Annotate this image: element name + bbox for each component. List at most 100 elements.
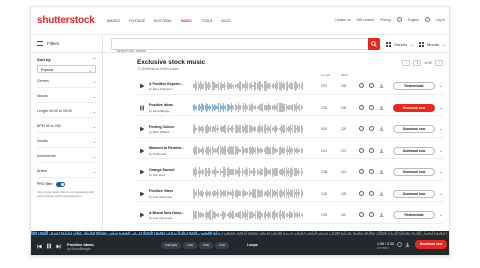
loops-button[interactable]: Loops <box>247 243 258 247</box>
next-page-button[interactable]: › <box>435 60 443 66</box>
filter-moods[interactable]: Moods ⌄ <box>37 94 96 103</box>
play-icon[interactable] <box>139 83 145 89</box>
cut-30-pill[interactable]: 0:30 <box>199 242 213 249</box>
add-to-collection-icon[interactable] <box>359 126 364 131</box>
filter-length[interactable]: Length 00:00 to 05:00 ⌄ <box>37 109 96 118</box>
add-to-collection-icon[interactable] <box>359 212 364 217</box>
track-title[interactable]: Moment to Remem... <box>149 146 184 150</box>
download-icon[interactable] <box>379 83 384 88</box>
track-waveform[interactable] <box>193 145 303 156</box>
download-icon[interactable] <box>405 242 410 247</box>
track-artist-link[interactable]: by Lost Harmonies <box>149 216 172 220</box>
add-icon[interactable] <box>397 242 402 247</box>
page-number-input[interactable]: 1 <box>413 60 422 66</box>
play-icon[interactable] <box>139 212 145 218</box>
track-waveform[interactable] <box>193 210 303 220</box>
chevron-down-icon[interactable]: ⌄ <box>439 191 442 196</box>
track-title[interactable]: Positive Ideas <box>149 103 173 107</box>
next-icon[interactable] <box>56 244 61 249</box>
filter-instruments[interactable]: Instruments ⌄ <box>37 154 96 163</box>
track-title[interactable]: Positive Vibes <box>149 189 173 193</box>
track-row[interactable]: Positive Vibes by Lost Harmonies 2:18 12… <box>137 186 443 202</box>
nav-editorial[interactable]: EDITORIAL <box>154 19 172 23</box>
user-icon[interactable] <box>424 17 430 22</box>
download-icon[interactable] <box>379 126 384 131</box>
sort-select[interactable]: Popular ⌄ <box>37 65 96 73</box>
sell-content-link[interactable]: Sell content <box>357 18 375 22</box>
track-waveform[interactable] <box>193 188 303 199</box>
download-icon[interactable] <box>379 212 384 217</box>
track-row[interactable]: A Positive Experie... by Dave Rudasters … <box>137 78 443 95</box>
track-download-button[interactable]: Redownload <box>393 211 435 219</box>
search-button[interactable] <box>368 38 380 50</box>
login-link[interactable]: Log in <box>436 18 445 22</box>
add-to-collection-icon[interactable] <box>359 83 364 88</box>
similar-icon[interactable] <box>369 212 374 217</box>
track-waveform[interactable] <box>193 167 303 177</box>
track-download-button[interactable]: Download now <box>393 189 435 198</box>
add-to-collection-icon[interactable] <box>359 190 364 196</box>
cut-60-pill[interactable]: 1:00 <box>183 242 197 249</box>
track-title[interactable]: A Brand New Horiz... <box>149 211 184 215</box>
player-download-button[interactable]: Download now <box>415 240 447 249</box>
add-to-collection-icon[interactable] <box>359 169 364 174</box>
nav-images[interactable]: IMAGES <box>107 19 120 23</box>
track-row[interactable]: Feeling Colors by Marc Wallach 3:02 120 … <box>137 121 443 138</box>
cut-15-pill[interactable]: 0:15 <box>215 242 229 249</box>
similar-icon[interactable] <box>369 169 374 174</box>
filter-artists[interactable]: Artists ⌄ <box>37 169 96 178</box>
track-row[interactable]: A Brand New Horiz... by Lost Harmonies 2… <box>137 207 443 224</box>
chevron-up-icon[interactable]: ⌃ <box>93 57 96 62</box>
chevron-down-icon[interactable]: ⌄ <box>439 83 442 88</box>
track-waveform[interactable] <box>193 81 303 91</box>
pause-icon[interactable] <box>46 243 52 249</box>
track-artist-link[interactable]: by Marc Wallach <box>149 130 170 134</box>
track-row[interactable]: Positive Ideas by SoundBeagle 2:30 105 D… <box>137 100 443 116</box>
shutterstock-logo[interactable]: shutterstock <box>37 15 95 26</box>
track-artist-link[interactable]: by Dan Rose <box>149 173 165 177</box>
prev-page-button[interactable]: ‹ <box>402 60 411 66</box>
nav-footage[interactable]: FOOTAGE <box>129 19 145 23</box>
track-artist-link[interactable]: by SoundBeagle <box>149 109 170 113</box>
play-icon[interactable] <box>139 148 145 154</box>
chevron-down-icon[interactable]: ⌄ <box>439 105 442 110</box>
download-icon[interactable] <box>379 148 384 153</box>
play-icon[interactable] <box>139 126 145 132</box>
download-icon[interactable] <box>379 105 384 110</box>
track-artist-link[interactable]: by FMSounds <box>149 152 166 156</box>
track-waveform[interactable] <box>193 102 303 113</box>
download-icon[interactable] <box>379 169 384 174</box>
track-artist-link[interactable]: by Lost Harmonies <box>149 195 172 199</box>
filter-bpm[interactable]: BPM 50 to 250 ⌄ <box>37 124 96 133</box>
moods-dropdown[interactable]: Moods ⌄ <box>419 42 445 47</box>
chevron-down-icon[interactable]: ⌄ <box>439 148 442 153</box>
similar-icon[interactable] <box>369 83 374 88</box>
add-to-collection-icon[interactable] <box>359 147 364 153</box>
play-icon[interactable] <box>139 169 145 175</box>
track-row[interactable]: Moment to Remem... by FMSounds 2:21 172 … <box>137 143 443 159</box>
genres-dropdown[interactable]: Genres ⌄ <box>386 42 413 47</box>
player-waveform[interactable] <box>31 231 449 235</box>
full-track-pill[interactable]: Full track <box>161 242 182 249</box>
track-title[interactable]: Orange Sunset <box>149 168 175 172</box>
chevron-down-icon[interactable]: ⌄ <box>439 126 442 131</box>
track-download-button[interactable]: Download now <box>393 168 435 176</box>
pricing-link[interactable]: Pricing <box>380 18 390 22</box>
pause-icon[interactable] <box>139 105 145 111</box>
play-icon[interactable] <box>139 191 145 197</box>
track-title[interactable]: A Positive Experie... <box>149 82 183 86</box>
track-download-button[interactable]: Download now <box>393 146 435 155</box>
similar-icon[interactable] <box>369 190 374 196</box>
player-artist-link[interactable]: by SoundBeagle <box>67 247 90 251</box>
track-waveform[interactable] <box>193 124 303 134</box>
similar-icon[interactable] <box>369 104 374 110</box>
nav-blog[interactable]: BLOG <box>221 19 230 23</box>
bpm-column-header[interactable]: BPM <box>341 73 348 77</box>
nav-tools[interactable]: TOOLS <box>201 19 212 23</box>
length-column-header[interactable]: Length <box>321 73 330 77</box>
contact-link[interactable]: Contact us <box>334 18 350 22</box>
add-to-collection-icon[interactable] <box>359 104 364 110</box>
pro-filter-toggle[interactable] <box>55 182 65 187</box>
track-download-button[interactable]: Download now <box>393 103 435 112</box>
track-download-button[interactable]: Download now <box>393 125 435 133</box>
